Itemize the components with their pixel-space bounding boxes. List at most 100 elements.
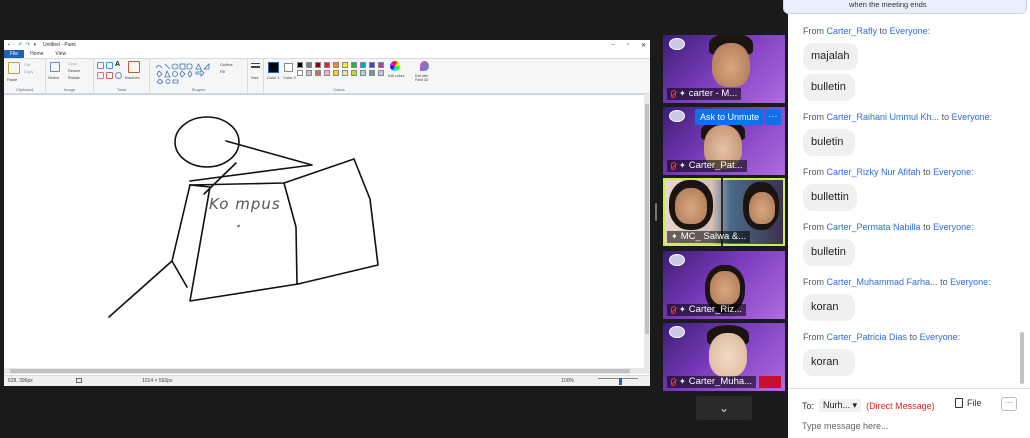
video-tile-5[interactable]: ✦ Carter_Muha...	[663, 323, 785, 391]
video-tile-1[interactable]: ✦ carter - M...	[663, 35, 785, 103]
chat-message-input[interactable]	[802, 419, 1012, 433]
quick-access-icons[interactable]: ▪ ▫ ↶ ↷ ▾	[8, 42, 37, 48]
sender-name[interactable]: Carter_Muhammad Farha...	[827, 277, 938, 287]
palette-swatch[interactable]	[324, 62, 330, 68]
group-paint3d: Edit with Paint 3D	[414, 59, 436, 93]
palette-swatch[interactable]	[360, 62, 366, 68]
from-word: From	[803, 26, 824, 36]
from-word: From	[803, 332, 824, 342]
video-tile-4[interactable]: ✦ Carter_Riz...	[663, 251, 785, 319]
palette-swatch[interactable]	[378, 62, 384, 68]
club-logo-icon	[669, 38, 685, 50]
paint-ribbon: Paste Cut Copy Clipboard Select Crop Res…	[4, 58, 650, 94]
chat-notice-banner: when the meeting ends	[783, 0, 1027, 14]
group-tools: A Brushes Tools	[94, 59, 150, 93]
select-icon[interactable]	[50, 62, 60, 72]
file-button[interactable]: File	[955, 398, 982, 408]
zoom-slider-thumb[interactable]	[619, 378, 622, 385]
palette-swatch[interactable]	[315, 70, 321, 76]
palette-swatch[interactable]	[360, 70, 366, 76]
magnifier-icon[interactable]	[115, 72, 122, 79]
video-tile-3-active-speaker[interactable]: ✦ MC_ Salwa &...	[663, 178, 785, 246]
palette-swatch[interactable]	[315, 62, 321, 68]
crop-button[interactable]: Crop	[68, 61, 77, 66]
pencil-icon[interactable]	[97, 62, 104, 69]
palette-swatch[interactable]	[369, 62, 375, 68]
eraser-icon[interactable]	[97, 72, 104, 79]
close-icon[interactable]: ✕	[641, 42, 646, 49]
tab-home[interactable]: Home	[24, 50, 49, 58]
sender-name[interactable]: Carter_Patricia Dias	[827, 332, 908, 342]
panel-resize-handle[interactable]	[655, 203, 657, 221]
palette-swatch[interactable]	[351, 70, 357, 76]
color-picker-icon[interactable]	[106, 72, 113, 79]
ask-to-unmute-button[interactable]: Ask to Unmute	[695, 109, 765, 125]
brushes-icon[interactable]	[128, 61, 140, 73]
club-logo-icon	[669, 254, 685, 266]
color2-label: Color 2	[283, 75, 296, 80]
outline-dropdown[interactable]: Outline	[220, 62, 233, 67]
group-label-tools: Tools	[116, 87, 127, 92]
edit-colors-icon[interactable]	[390, 61, 400, 71]
shapes-gallery-icon[interactable]	[154, 62, 214, 84]
hide-video-strip-button[interactable]: ⌄	[696, 396, 752, 420]
palette-swatch[interactable]	[351, 62, 357, 68]
canvas-size: 1014 × 592px	[142, 378, 173, 384]
palette-swatch[interactable]	[369, 70, 375, 76]
color1-swatch[interactable]	[268, 62, 279, 73]
paint-canvas[interactable]: Ko mpus	[4, 94, 644, 375]
select-label: Select	[48, 75, 60, 80]
direct-message-label: (Direct Message)	[866, 400, 935, 411]
copy-button[interactable]: Copy	[24, 69, 33, 74]
hscroll-thumb[interactable]	[10, 369, 630, 373]
palette-swatch[interactable]	[306, 70, 312, 76]
selection-size-icon	[76, 378, 82, 383]
tab-file[interactable]: File	[4, 50, 25, 58]
palette-swatch[interactable]	[378, 70, 384, 76]
sender-name[interactable]: Carter_Rafly	[827, 26, 878, 36]
paint3d-icon[interactable]	[420, 61, 429, 71]
chat-message-bubble[interactable]: bulletin	[803, 239, 855, 266]
text-tool-icon[interactable]: A	[115, 61, 120, 68]
palette-swatch[interactable]	[324, 70, 330, 76]
zoom-slider[interactable]	[598, 378, 638, 379]
chat-message-bubble[interactable]: bulletin	[803, 74, 855, 101]
chat-more-button[interactable]: ···	[1001, 397, 1017, 411]
to-label: To:	[802, 400, 815, 411]
paste-icon[interactable]	[8, 62, 20, 74]
chat-message-bubble[interactable]: majalah	[803, 43, 858, 70]
chat-message-bubble[interactable]: buletin	[803, 129, 855, 156]
palette-swatch[interactable]	[342, 62, 348, 68]
palette-swatch[interactable]	[297, 62, 303, 68]
cut-button[interactable]: Cut	[24, 62, 30, 67]
fill-dropdown[interactable]: Fill	[220, 69, 225, 74]
vscroll-thumb[interactable]	[645, 104, 649, 334]
minimize-icon[interactable]: –	[611, 42, 614, 49]
chat-message-bubble[interactable]: koran	[803, 294, 855, 321]
chat-message-bubble[interactable]: koran	[803, 349, 855, 376]
palette-swatch[interactable]	[342, 70, 348, 76]
palette-swatch[interactable]	[306, 62, 312, 68]
palette-swatch[interactable]	[333, 62, 339, 68]
canvas-vertical-scrollbar[interactable]	[644, 94, 650, 374]
sender-name[interactable]: Carter_Rizky Nur Afifah	[827, 167, 921, 177]
sender-name[interactable]: Carter_Raihani Ummul Kh...	[827, 112, 940, 122]
pin-icon: ✦	[679, 161, 686, 170]
chat-scrollbar[interactable]	[1020, 332, 1024, 384]
resize-button[interactable]: Resize	[68, 68, 80, 73]
canvas-horizontal-scrollbar[interactable]	[4, 368, 644, 374]
paint-ribbon-tabs: File Home View	[4, 50, 650, 58]
palette-swatch[interactable]	[297, 70, 303, 76]
participant-more-button[interactable]: ···	[765, 109, 781, 125]
fill-bucket-icon[interactable]	[106, 62, 113, 69]
maximize-icon[interactable]: ▫	[627, 42, 629, 49]
tab-view[interactable]: View	[49, 50, 72, 58]
recipient-dropdown[interactable]: Nurh... ▾	[819, 399, 862, 412]
chat-message-bubble[interactable]: bullettin	[803, 184, 857, 211]
size-lines-icon[interactable]	[251, 63, 260, 64]
shared-screen-paint: ▪ ▫ ↶ ↷ ▾ Untitled - Paint – ▫ ✕ File Ho…	[4, 40, 650, 386]
palette-swatch[interactable]	[333, 70, 339, 76]
rotate-button[interactable]: Rotate	[68, 75, 80, 80]
sender-name[interactable]: Carter_Permata Nabilla	[827, 222, 921, 232]
color2-swatch[interactable]	[284, 63, 293, 72]
